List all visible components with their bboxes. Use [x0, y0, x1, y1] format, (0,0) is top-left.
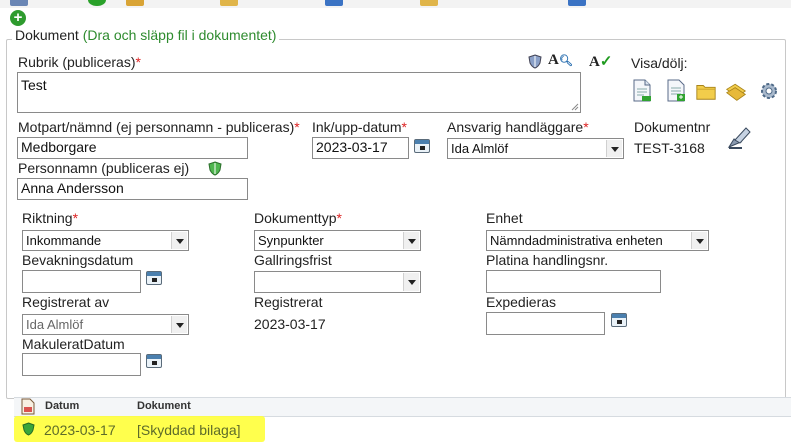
- folders-icon[interactable]: [725, 79, 747, 103]
- shield-icon: [22, 422, 35, 436]
- toolbar-icon-5[interactable]: [325, 0, 343, 6]
- dokumenttyp-select[interactable]: Synpunkter: [254, 230, 421, 251]
- calendar-icon[interactable]: [611, 313, 627, 327]
- rubrik-label: Rubrik (publiceras)*: [18, 54, 141, 70]
- toolbar-icon-3[interactable]: [126, 0, 144, 6]
- motpart-label: Motpart/nämnd (ej personnamn - publicera…: [18, 119, 300, 135]
- edit-icon[interactable]: [726, 125, 752, 151]
- riktning-select[interactable]: Inkommande: [22, 230, 189, 251]
- toolbar-icon-7[interactable]: [568, 0, 586, 6]
- resize-grip-icon[interactable]: [570, 102, 579, 111]
- chevron-down-icon[interactable]: [403, 273, 419, 291]
- document-type-icon[interactable]: [20, 398, 36, 415]
- grid-header: [14, 397, 791, 417]
- bevakningsdatum-label: Bevakningsdatum: [22, 252, 134, 268]
- top-toolbar-strip: [0, 0, 791, 8]
- document-list-icon[interactable]: [665, 79, 687, 103]
- calendar-icon[interactable]: [146, 271, 162, 285]
- document-show-icon[interactable]: [631, 79, 653, 103]
- riktning-label: Riktning*: [22, 210, 79, 226]
- platina-input[interactable]: [486, 270, 661, 293]
- makulerat-label: MakuleratDatum: [22, 336, 125, 352]
- ink-datum-input[interactable]: 2023-03-17: [312, 137, 409, 159]
- shield-icon[interactable]: [528, 54, 542, 69]
- rubrik-textarea[interactable]: Test: [17, 72, 581, 113]
- grid-col-datum[interactable]: Datum: [45, 400, 79, 412]
- row-datum: 2023-03-17: [44, 422, 116, 438]
- expedieras-label: Expedieras: [486, 294, 557, 310]
- chevron-down-icon[interactable]: [403, 232, 419, 249]
- toolbar-icon-6[interactable]: [420, 0, 438, 6]
- section-title: Dokument: [15, 27, 79, 43]
- table-row[interactable]: 2023-03-17 [Skyddad bilaga]: [14, 418, 791, 442]
- section-legend: Dokument (Dra och släpp fil i dokumentet…: [12, 27, 280, 43]
- row-dokument[interactable]: [Skyddad bilaga]: [137, 422, 241, 438]
- visa-dolj-label: Visa/dölj:: [631, 55, 688, 71]
- font-search-icon[interactable]: A🔍︎: [548, 52, 573, 69]
- expedieras-input[interactable]: [486, 312, 605, 335]
- registrerat-av-select[interactable]: Ida Almlöf: [22, 314, 189, 335]
- chevron-down-icon[interactable]: [691, 232, 707, 249]
- chevron-down-icon[interactable]: [171, 232, 187, 249]
- handlaggare-select[interactable]: Ida Almlöf: [447, 138, 624, 159]
- chevron-down-icon[interactable]: [606, 140, 622, 157]
- dokumenttyp-label: Dokumenttyp*: [254, 210, 342, 226]
- personnamn-input[interactable]: Anna Andersson: [17, 178, 248, 200]
- gallringsfrist-label: Gallringsfrist: [254, 252, 332, 268]
- registrerat-label: Registrerat: [254, 294, 323, 310]
- gear-icon[interactable]: [756, 79, 782, 103]
- ink-datum-label: Ink/upp-datum*: [312, 119, 407, 135]
- dokumentnr-label: Dokumentnr: [634, 119, 711, 135]
- add-icon[interactable]: +: [10, 10, 26, 26]
- shield-icon: [208, 161, 222, 176]
- toolbar-icon-2[interactable]: [88, 0, 106, 6]
- handlaggare-label: Ansvarig handläggare*: [447, 119, 589, 135]
- enhet-select[interactable]: Nämndadministrativa enheten: [486, 230, 709, 251]
- calendar-icon[interactable]: [414, 139, 430, 153]
- gallringsfrist-select[interactable]: [254, 271, 421, 293]
- bevakningsdatum-input[interactable]: [22, 270, 141, 293]
- registrerat-av-label: Registrerat av: [22, 294, 110, 310]
- personnamn-label: Personnamn (publiceras ej): [18, 160, 190, 176]
- folder-icon[interactable]: [695, 79, 717, 103]
- enhet-label: Enhet: [486, 210, 523, 226]
- chevron-down-icon[interactable]: [171, 316, 187, 333]
- calendar-icon[interactable]: [146, 354, 162, 368]
- section-hint: (Dra och släpp fil i dokumentet): [82, 27, 277, 43]
- toolbar-icon-1[interactable]: [10, 0, 28, 6]
- makulerat-input[interactable]: [22, 353, 141, 376]
- motpart-input[interactable]: Medborgare: [17, 137, 248, 159]
- toolbar-icon-4[interactable]: [220, 0, 238, 6]
- registrerat-value: 2023-03-17: [254, 316, 326, 332]
- dokumentnr-value: TEST-3168: [634, 140, 705, 156]
- grid-col-dokument[interactable]: Dokument: [137, 400, 191, 412]
- spellcheck-icon[interactable]: A✓: [589, 52, 612, 71]
- platina-label: Platina handlingsnr.: [486, 252, 609, 268]
